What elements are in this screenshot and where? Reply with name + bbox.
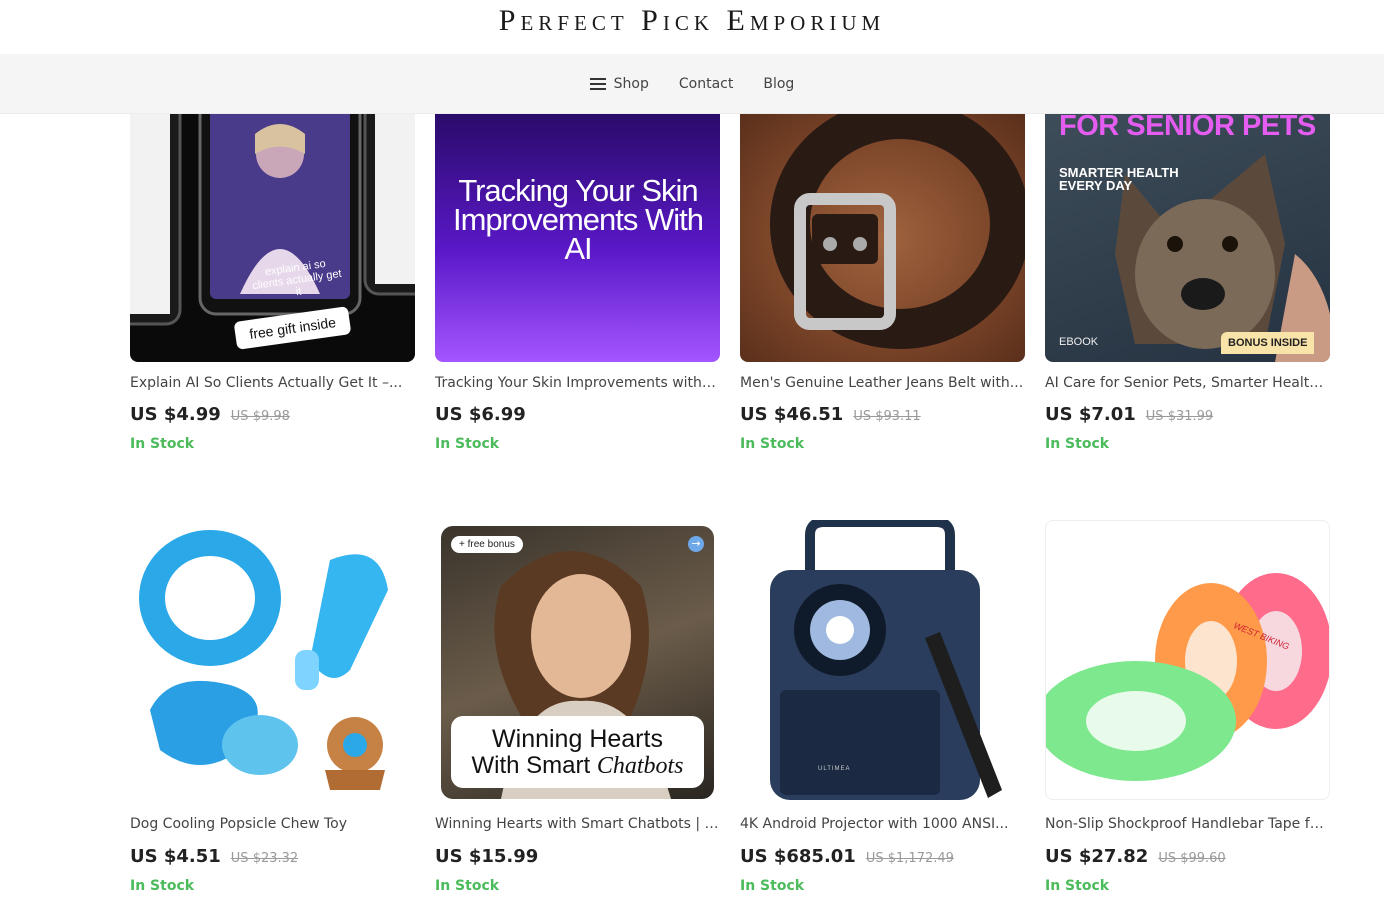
product-image[interactable]: explain ai so clients actually get it fr…	[130, 114, 415, 362]
price-row: US $46.51 US $93.11	[740, 404, 921, 425]
sale-price: US $4.51	[130, 846, 221, 867]
product-title[interactable]: Winning Hearts with Smart Chatbots | A..…	[435, 816, 720, 832]
compare-price: US $99.60	[1158, 851, 1226, 866]
stock-status: In Stock	[130, 436, 195, 452]
product-grid: explain ai so clients actually get it fr…	[0, 0, 1384, 906]
price-row: US $4.51 US $23.32	[130, 846, 298, 867]
product-card[interactable]	[740, 114, 1025, 362]
ebook-tag: EBOOK	[1059, 336, 1099, 348]
hamburger-menu-icon[interactable]	[589, 77, 606, 90]
compare-price: US $23.32	[230, 851, 299, 866]
stock-status: In Stock	[435, 436, 500, 452]
sale-price: US $6.99	[435, 404, 526, 425]
chew-toy-illustration	[139, 530, 388, 790]
price-row: US $6.99	[435, 404, 526, 425]
product-image[interactable]: ULTIMEA	[740, 520, 1025, 800]
headline-line-1: Winning Hearts	[492, 725, 663, 753]
product-title[interactable]: 4K Android Projector with 1000 ANSI...	[740, 816, 1025, 832]
bonus-inside-tag: BONUS INSIDE	[1221, 332, 1315, 354]
price-row: US $15.99	[435, 846, 538, 867]
nav-item-label[interactable]: Contact	[679, 76, 733, 92]
price-row: US $27.82 US $99.60	[1045, 846, 1226, 867]
product-image[interactable]	[130, 520, 415, 800]
stock-status: In Stock	[130, 878, 195, 894]
product-image[interactable]: FOR SENIOR PETS SMARTER HEALTH EVERY DAY…	[1045, 114, 1330, 362]
sale-price: US $27.82	[1045, 846, 1149, 867]
product-card[interactable]: explain ai so clients actually get it fr…	[130, 114, 415, 362]
product-card[interactable]	[130, 520, 415, 800]
portrait-panel: + free bonus → Winning Hearts With Smart…	[441, 526, 714, 799]
compare-price: US $9.98	[230, 409, 290, 424]
product-title[interactable]: AI Care for Senior Pets, Smarter Health.…	[1045, 375, 1330, 391]
image-subhead: SMARTER HEALTH EVERY DAY	[1059, 165, 1179, 193]
stock-status: In Stock	[1045, 878, 1110, 894]
product-title[interactable]: Non-Slip Shockproof Handlebar Tape for..…	[1045, 816, 1330, 832]
headline-panel: Winning Hearts With Smart Chatbots	[451, 716, 704, 788]
free-bonus-badge: + free bonus	[451, 536, 523, 553]
sale-price: US $685.01	[740, 846, 856, 867]
nav-item-shop[interactable]: Shop	[589, 76, 649, 92]
dog-illustration	[1115, 154, 1330, 362]
stock-status: In Stock	[435, 878, 500, 894]
stock-status: In Stock	[1045, 436, 1110, 452]
product-card[interactable]: FOR SENIOR PETS SMARTER HEALTH EVERY DAY…	[1045, 114, 1330, 362]
price-row: US $685.01 US $1,172.49	[740, 846, 954, 867]
sale-price: US $46.51	[740, 404, 844, 425]
main-nav: Shop Contact Blog	[0, 54, 1384, 114]
arrow-right-icon: →	[688, 536, 704, 552]
projector-illustration	[770, 520, 1002, 800]
stock-status: In Stock	[740, 436, 805, 452]
product-card[interactable]: ULTIMEA	[740, 520, 1025, 800]
product-image[interactable]	[740, 114, 1025, 362]
nav-item-label[interactable]: Shop	[614, 76, 649, 92]
price-row: US $4.99 US $9.98	[130, 404, 290, 425]
headline-line-2: With Smart	[471, 752, 597, 779]
projector-brand-text: ULTIMEA	[818, 766, 851, 772]
product-card[interactable]: Tracking Your Skin Improvements With AI	[435, 114, 720, 362]
stock-status: In Stock	[740, 878, 805, 894]
product-title[interactable]: Tracking Your Skin Improvements with AI.…	[435, 375, 720, 391]
price-row: US $7.01 US $31.99	[1045, 404, 1213, 425]
site-title[interactable]: Perfect Pick Emporium	[499, 2, 885, 40]
sale-price: US $7.01	[1045, 404, 1136, 425]
product-card[interactable]: + free bonus → Winning Hearts With Smart…	[435, 520, 720, 800]
handlebar-tape-illustration	[1046, 573, 1329, 781]
product-title[interactable]: Dog Cooling Popsicle Chew Toy	[130, 816, 415, 832]
belt-illustration	[770, 114, 1025, 349]
product-image[interactable]: WEST BIKING	[1045, 520, 1330, 800]
sale-price: US $4.99	[130, 404, 221, 425]
product-title[interactable]: Explain AI So Clients Actually Get It –.…	[130, 375, 415, 391]
product-card[interactable]: WEST BIKING	[1045, 520, 1330, 800]
nav-item-label[interactable]: Blog	[763, 76, 794, 92]
compare-price: US $93.11	[853, 409, 921, 424]
product-image[interactable]: + free bonus → Winning Hearts With Smart…	[435, 520, 720, 800]
headline-line-2-script: Chatbots	[596, 753, 684, 779]
nav-item-contact[interactable]: Contact	[679, 76, 733, 92]
product-image[interactable]: Tracking Your Skin Improvements With AI	[435, 114, 720, 362]
compare-price: US $1,172.49	[865, 851, 954, 866]
image-headline: Tracking Your Skin Improvements With AI	[453, 173, 704, 266]
site-header: Perfect Pick Emporium	[0, 0, 1384, 54]
image-headline: FOR SENIOR PETS	[1059, 114, 1316, 142]
nav-item-blog[interactable]: Blog	[763, 76, 794, 92]
sale-price: US $15.99	[435, 846, 539, 867]
product-title[interactable]: Men's Genuine Leather Jeans Belt with...	[740, 375, 1025, 391]
compare-price: US $31.99	[1145, 409, 1214, 424]
